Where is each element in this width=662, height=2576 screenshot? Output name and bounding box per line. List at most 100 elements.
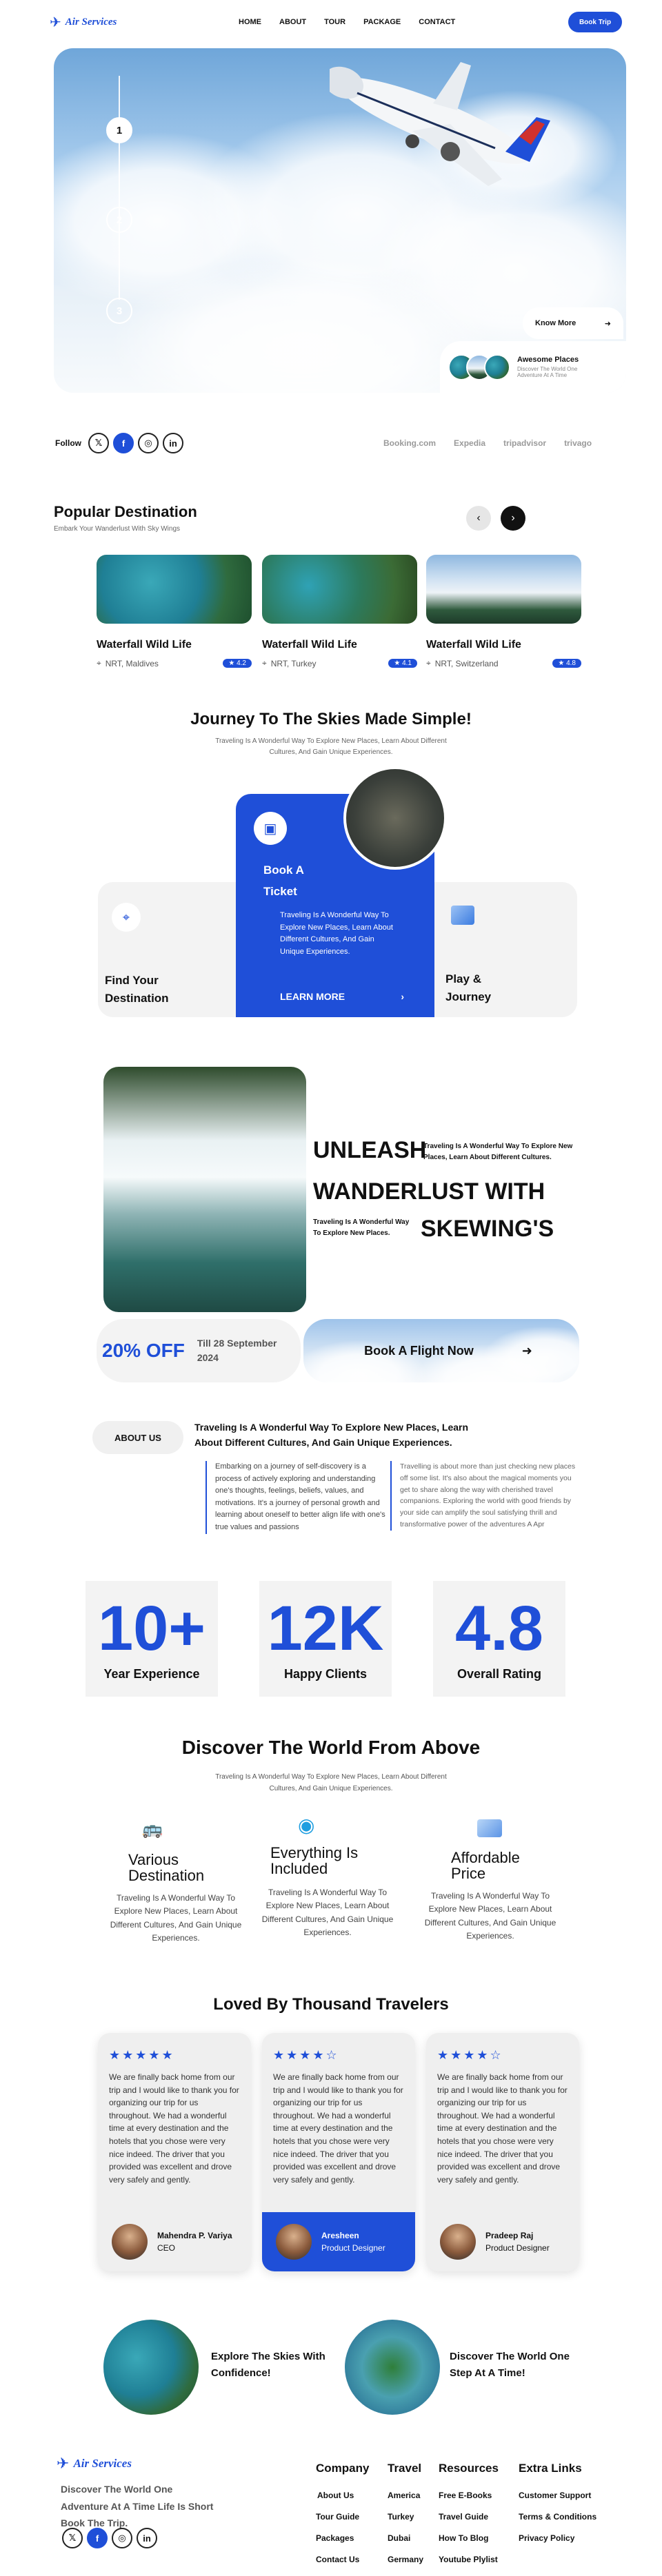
testimonials-title: Loved By Thousand Travelers	[213, 1995, 449, 2014]
places-avatars	[448, 354, 510, 380]
rating-badge: ★ 4.8	[552, 659, 581, 668]
destination-title: Waterfall Wild Life	[426, 639, 521, 651]
book-ticket-desc: Traveling Is A Wonderful Way To Explore …	[280, 911, 393, 956]
rating-stars: ★★★★☆	[273, 2048, 339, 2062]
nav-package[interactable]: PACKAGE	[363, 18, 401, 26]
testimonial-name: Aresheen	[321, 2231, 359, 2240]
follow-label: Follow	[55, 438, 81, 448]
partner-tripadvisor[interactable]: tripadvisor	[503, 438, 546, 448]
feature-desc: Traveling Is A Wonderful Way To Explore …	[110, 1893, 242, 1943]
find-destination-label: Find Your Destination	[105, 974, 169, 1005]
carousel-next-button[interactable]: ›	[501, 506, 525, 531]
find-destination-card[interactable]: ⌖ Find Your Destination	[105, 896, 229, 1013]
waterfall-photo	[103, 1067, 306, 1312]
destination-card[interactable]: Waterfall Wild Life ⌖ NRT, Turkey ★ 4.1	[262, 555, 417, 679]
hero-banner: 1 2 3 Know More ➜ Awesome Places Discove…	[54, 48, 626, 393]
footer-link[interactable]: Tour Guide	[316, 2512, 369, 2522]
linkedin-icon[interactable]: in	[163, 433, 183, 453]
twitter-icon[interactable]: 𝕏	[88, 433, 109, 453]
footer-link[interactable]: Packages	[316, 2533, 369, 2543]
testimonial-role: CEO	[157, 2243, 176, 2253]
airplane-illustration	[330, 62, 550, 186]
testimonial-name: Pradeep Raj	[485, 2231, 534, 2240]
book-flight-label: Book A Flight Now	[364, 1343, 474, 1358]
arrow-right-icon: ➜	[604, 319, 611, 328]
plane-logo-icon: ✈	[57, 2455, 70, 2472]
hero-step-3[interactable]: 3	[106, 298, 132, 324]
logo[interactable]: ✈ Air Services	[50, 14, 117, 31]
play-journey-label: Play & Journey	[445, 972, 492, 1003]
discount-value: 20% OFF	[102, 1340, 185, 1361]
footer-link[interactable]: Germany	[388, 2555, 423, 2564]
book-ticket-title: Book A Ticket	[263, 863, 304, 898]
destination-image	[262, 555, 417, 624]
footer-link[interactable]: Dubai	[388, 2533, 423, 2543]
know-more-label: Know More	[535, 319, 576, 327]
footer-link[interactable]: Terms & Conditions	[519, 2512, 596, 2522]
book-flight-button[interactable]: Book A Flight Now ➜	[303, 1319, 579, 1382]
explore-photo-right	[345, 2320, 440, 2415]
facebook-icon[interactable]: f	[87, 2528, 108, 2548]
footer-link[interactable]: Customer Support	[519, 2491, 596, 2500]
twitter-icon[interactable]: 𝕏	[62, 2528, 83, 2548]
nav-menu: HOME ABOUT TOUR PACKAGE CONTACT	[239, 18, 455, 26]
footer-link[interactable]: About Us	[317, 2491, 369, 2500]
nav-contact[interactable]: CONTACT	[419, 18, 455, 26]
know-more-button[interactable]: Know More ➜	[523, 307, 623, 339]
stat-clients: 12K Happy Clients	[259, 1581, 392, 1697]
unleash-line1: UNLEASH	[313, 1137, 427, 1163]
awesome-places-card[interactable]: Awesome Places Discover The World One Ad…	[440, 341, 626, 393]
nav-about[interactable]: ABOUT	[279, 18, 306, 26]
destination-card[interactable]: Waterfall Wild Life ⌖ NRT, Switzerland ★…	[426, 555, 581, 679]
logo-text: Air Services	[65, 17, 117, 28]
explore-text-left[interactable]: Explore The Skies With Confidence!	[211, 2349, 328, 2382]
nav-home[interactable]: HOME	[239, 18, 261, 26]
feature-desc: Traveling Is A Wonderful Way To Explore …	[424, 1891, 556, 1941]
avatar	[112, 2224, 148, 2260]
avatar	[440, 2224, 476, 2260]
about-text-left: Embarking on a journey of self-discovery…	[205, 1461, 392, 1534]
instagram-icon[interactable]: ◎	[112, 2528, 132, 2548]
testimonial-card: ★★★★★ We are finally back home from our …	[98, 2033, 251, 2271]
discover-title: Discover The World From Above	[181, 1737, 481, 1758]
partner-trivago[interactable]: trivago	[564, 438, 592, 448]
footer-link[interactable]: America	[388, 2491, 423, 2500]
footer-link[interactable]: Free E-Books	[439, 2491, 499, 2500]
footer-link[interactable]: Travel Guide	[439, 2512, 499, 2522]
footer-logo-text: Air Services	[73, 2457, 132, 2470]
stat-label: Happy Clients	[283, 1666, 368, 1681]
location-pin-icon: ⌖	[97, 658, 101, 668]
learn-more-link[interactable]: LEARN MORE ›	[280, 991, 404, 1002]
feature-destination: 🚌 Various Destination Traveling Is A Won…	[103, 1819, 248, 1945]
footer-link[interactable]: How To Blog	[439, 2533, 499, 2543]
footer-link[interactable]: Youtube Plylist	[439, 2555, 499, 2564]
hero-step-2[interactable]: 2	[106, 207, 132, 233]
partner-booking[interactable]: Booking.com	[383, 438, 436, 448]
feature-title: Various Destination	[128, 1851, 205, 1885]
about-heading: Traveling Is A Wonderful Way To Explore …	[194, 1422, 469, 1449]
places-subtitle: Discover The World One Adventure At A Ti…	[517, 366, 578, 378]
book-trip-button[interactable]: Book Trip	[568, 12, 622, 32]
explore-text-right[interactable]: Discover The World One Step At A Time!	[450, 2349, 574, 2382]
facebook-icon[interactable]: f	[113, 433, 134, 453]
linkedin-icon[interactable]: in	[137, 2528, 157, 2548]
footer-link[interactable]: Contact Us	[316, 2555, 369, 2564]
feature-price: Affordable Price Traveling Is A Wonderfu…	[418, 1819, 563, 1943]
hero-step-1[interactable]: 1	[106, 117, 132, 143]
partner-expedia[interactable]: Expedia	[454, 438, 485, 448]
testimonial-role: Product Designer	[321, 2243, 385, 2253]
stat-value: 12K	[267, 1593, 384, 1664]
instagram-icon[interactable]: ◎	[138, 433, 159, 453]
footer-col-title: Travel	[388, 2462, 422, 2475]
stat-rating: 4.8 Overall Rating	[433, 1581, 565, 1697]
footer-link[interactable]: Privacy Policy	[519, 2533, 596, 2543]
learn-more-label: LEARN MORE	[280, 991, 345, 1002]
stat-experience: 10+ Year Experience	[86, 1581, 218, 1697]
traffic-photo	[343, 766, 447, 870]
footer-link[interactable]: Turkey	[388, 2512, 423, 2522]
play-journey-card[interactable]: Play & Journey	[445, 896, 570, 1013]
carousel-prev-button[interactable]: ‹	[466, 506, 491, 531]
destination-card[interactable]: Waterfall Wild Life ⌖ NRT, Maldives ★ 4.…	[97, 555, 252, 679]
footer-logo[interactable]: ✈ Air Services	[57, 2455, 132, 2473]
nav-tour[interactable]: TOUR	[324, 18, 345, 26]
